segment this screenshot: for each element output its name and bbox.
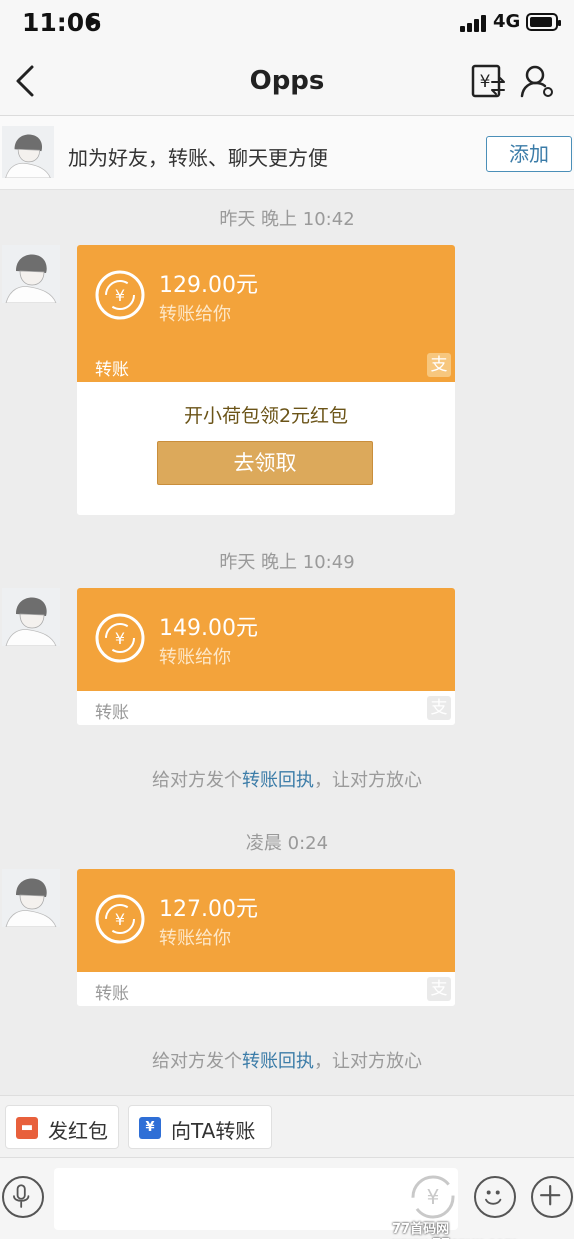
- transfer-amount: 127.00元: [159, 897, 258, 922]
- voice-input-icon[interactable]: [2, 1176, 44, 1218]
- transfer-record-icon[interactable]: ¥: [470, 64, 506, 98]
- transfer-card-header: ¥ 127.00元 转账给你: [77, 869, 455, 972]
- transfer-card[interactable]: ¥ 127.00元 转账给你 转账 支: [77, 869, 455, 1006]
- alipay-logo-icon: 支: [427, 977, 451, 1001]
- status-bar: 11:06 ➤ 4G: [0, 0, 574, 46]
- transfer-card-header: ¥ 149.00元 转账给你: [77, 588, 455, 691]
- receipt-note: 给对方发个转账回执，让对方放心: [0, 766, 574, 792]
- yuan-icon: ¥: [139, 1117, 161, 1139]
- receipt-link[interactable]: 转账回执: [242, 1051, 314, 1072]
- transfer-amount: 129.00元: [159, 273, 258, 298]
- transfer-subtitle: 转账给你: [159, 928, 231, 949]
- transfer-card-footer: 转账 支: [77, 691, 455, 725]
- svg-text:¥: ¥: [427, 1185, 440, 1209]
- svg-text:¥: ¥: [115, 286, 125, 305]
- send-red-packet-button[interactable]: ▬ 发红包: [5, 1105, 119, 1149]
- svg-text:¥: ¥: [115, 629, 125, 648]
- profile-settings-icon[interactable]: [519, 64, 555, 98]
- transfer-footer-label: 转账: [95, 984, 129, 1004]
- transfer-yuan-icon: ¥: [95, 270, 145, 320]
- transfer-card-header: ¥ 129.00元 转账给你: [77, 245, 455, 348]
- red-packet-icon: ▬: [16, 1117, 38, 1139]
- receipt-note-prefix: 给对方发个: [152, 770, 242, 791]
- svg-text:¥: ¥: [115, 910, 125, 929]
- transfer-subtitle: 转账给你: [159, 647, 231, 668]
- sender-avatar[interactable]: [2, 245, 60, 303]
- nav-bar: Opps ¥: [0, 46, 574, 116]
- add-friend-bar: 加为好友，转账、聊天更方便 添加: [0, 116, 574, 190]
- transfer-card[interactable]: ¥ 149.00元 转账给你 转账 支: [77, 588, 455, 725]
- emoji-icon[interactable]: [474, 1176, 516, 1218]
- claim-red-packet-button[interactable]: 去领取: [157, 441, 373, 485]
- receipt-note-suffix: ，让对方放心: [314, 1051, 422, 1072]
- transfer-footer-label: 转账: [95, 703, 129, 723]
- transfer-shortcut-icon[interactable]: ¥: [410, 1174, 456, 1220]
- transfer-to-ta-button[interactable]: ¥ 向TA转账: [128, 1105, 272, 1149]
- transfer-card-footer: 转账 支: [77, 972, 455, 1006]
- transfer-amount: 149.00元: [159, 616, 258, 641]
- alipay-logo-icon: 支: [427, 696, 451, 720]
- promo-text: 开小荷包领2元红包: [183, 405, 349, 427]
- network-type: 4G: [493, 11, 521, 32]
- svg-text:¥: ¥: [480, 72, 491, 92]
- transfer-yuan-icon: ¥: [95, 894, 145, 944]
- promo-section: 开小荷包领2元红包 去领取: [77, 382, 455, 515]
- receipt-note-suffix: ，让对方放心: [314, 770, 422, 791]
- watermark-text: 77首码网 www.77smw.com: [392, 1222, 518, 1239]
- message-timestamp: 昨天 晚上 10:49: [219, 552, 355, 573]
- add-friend-prompt: 加为好友，转账、聊天更方便: [68, 146, 328, 170]
- signal-icon: [460, 14, 488, 32]
- send-red-packet-label: 发红包: [48, 1119, 108, 1143]
- shortcut-bar: ▬ 发红包 ¥ 向TA转账: [0, 1095, 574, 1157]
- add-friend-button[interactable]: 添加: [486, 136, 572, 172]
- message-timestamp: 凌晨 0:24: [245, 833, 329, 854]
- contact-avatar[interactable]: [2, 126, 54, 178]
- battery-icon: [526, 13, 561, 31]
- more-plus-icon[interactable]: [531, 1176, 573, 1218]
- alipay-logo-icon: 支: [427, 353, 451, 377]
- transfer-card[interactable]: ¥ 129.00元 转账给你 转账 支 开小荷包领2元红包 去领取: [77, 245, 455, 515]
- sender-avatar[interactable]: [2, 588, 60, 646]
- transfer-yuan-icon: ¥: [95, 613, 145, 663]
- transfer-footer-label: 转账: [95, 360, 129, 380]
- receipt-link[interactable]: 转账回执: [242, 770, 314, 791]
- receipt-note: 给对方发个转账回执，让对方放心: [0, 1047, 574, 1073]
- transfer-subtitle: 转账给你: [159, 304, 231, 325]
- location-arrow-icon: ➤: [86, 11, 102, 32]
- transfer-card-footer: 转账 支: [77, 348, 455, 382]
- sender-avatar[interactable]: [2, 869, 60, 927]
- message-timestamp: 昨天 晚上 10:42: [219, 209, 355, 230]
- transfer-to-ta-label: 向TA转账: [171, 1119, 256, 1143]
- receipt-note-prefix: 给对方发个: [152, 1051, 242, 1072]
